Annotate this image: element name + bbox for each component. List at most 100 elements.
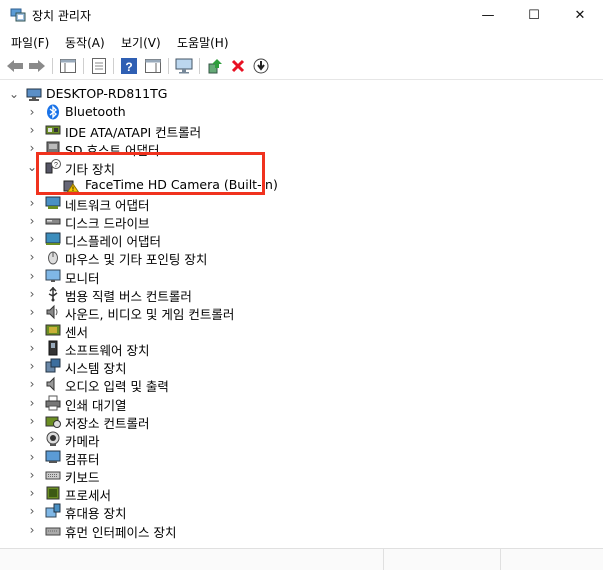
storage-controller-icon [45,413,61,429]
maximize-icon: ☐ [528,7,540,23]
collapsed-chevron-icon[interactable]: › [25,285,39,303]
bluetooth-icon [45,104,61,120]
tree-item-node-17[interactable]: › 카메라 [0,430,603,449]
highlight-annotation [36,152,265,195]
tree-item-node-12[interactable]: › 소프트웨어 장치 [0,339,603,359]
monitor-scan-icon [175,58,193,74]
collapsed-chevron-icon[interactable]: › [25,103,39,121]
tree-item-node-22[interactable]: › 휴먼 인터페이스 장치 [0,521,603,540]
collapsed-chevron-icon[interactable]: › [25,248,39,266]
tree-item-node-19[interactable]: › 키보드 [0,466,603,485]
collapsed-chevron-icon[interactable]: › [25,412,39,430]
tree-item-label: 디스플레이 어댑터 [65,234,161,250]
scan-hardware-button[interactable] [174,56,194,76]
keyboard-icon [45,467,61,483]
collapsed-chevron-icon[interactable]: › [25,484,39,502]
tree-item-node-16[interactable]: › 저장소 컨트롤러 [0,412,603,431]
tree-item-node-21[interactable]: › 휴대용 장치 [0,502,603,521]
tree-item-root[interactable]: ⌄ DESKTOP-RD811TG [0,85,603,103]
tree-item-node-5[interactable]: › 디스크 드라이브 [0,212,603,232]
back-arrow-icon [7,60,23,72]
tree-item-node-20[interactable]: › 프로세서 [0,484,603,504]
tree-item-node-13[interactable]: › 시스템 장치 [0,357,603,377]
menu-file[interactable]: 파일(F) [11,34,49,51]
back-button[interactable] [5,56,25,76]
tree-item-node-10[interactable]: › 사운드, 비디오 및 게임 컨트롤러 [0,303,603,322]
tree-item-node-11[interactable]: › 센서 [0,321,603,340]
properties-icon [92,58,106,74]
svg-text:?: ? [125,60,132,74]
collapsed-chevron-icon[interactable]: › [25,121,39,139]
collapsed-chevron-icon[interactable]: › [25,357,39,375]
tree-item-label: DESKTOP-RD811TG [46,86,168,101]
menu-action[interactable]: 동작(A) [65,34,105,51]
tree-item-label: 시스템 장치 [65,361,127,377]
tree-item-label: 디스크 드라이브 [65,216,150,232]
computer-icon [45,449,61,465]
ide-controller-icon [45,122,61,138]
collapsed-chevron-icon[interactable]: › [25,303,39,321]
tree-item-label: 컴퓨터 [65,452,100,467]
remove-x-icon [231,59,245,73]
forward-button[interactable] [27,56,47,76]
collapsed-chevron-icon[interactable]: › [25,230,39,248]
tree-item-node-15[interactable]: › 인쇄 대기열 [0,394,603,413]
collapsed-chevron-icon[interactable]: › [25,375,39,393]
action-pane-button[interactable] [143,56,163,76]
tree-item-node-4[interactable]: › 네트워크 어댑터 [0,194,603,213]
horizontal-scrollbar[interactable] [0,548,603,570]
collapsed-chevron-icon[interactable]: › [25,430,39,448]
maximize-button[interactable]: ☐ [511,0,557,30]
tree-item-label: 인쇄 대기열 [65,397,127,413]
collapsed-chevron-icon[interactable]: › [25,321,39,339]
tree-item-label: 소프트웨어 장치 [65,343,150,359]
device-tree: ⌄ DESKTOP-RD811TG › Bluetooth › IDE ATA/ATAPI… [0,80,603,548]
show-hide-console-tree-button[interactable] [58,56,78,76]
system-device-icon [45,358,61,374]
tree-item-label: 프로세서 [65,488,112,504]
collapsed-chevron-icon[interactable]: › [25,339,39,357]
tree-item-node-14[interactable]: › 오디오 입력 및 출력 [0,375,603,395]
tree-item-node-9[interactable]: › 범용 직렬 버스 컨트롤러 [0,285,603,304]
collapsed-chevron-icon[interactable]: › [25,267,39,285]
device-manager-icon [10,8,26,22]
menu-view[interactable]: 보기(V) [121,34,161,51]
update-driver-button[interactable] [205,56,225,76]
help-button[interactable]: ? [119,56,139,76]
tree-item-label: 모니터 [65,270,100,286]
close-window-button[interactable]: ✕ [557,0,603,30]
minimize-button[interactable]: — [465,0,511,30]
menu-help[interactable]: 도움말(H) [177,34,229,51]
software-device-icon [45,340,61,356]
tree-item-label: 저장소 컨트롤러 [65,415,150,431]
properties-button[interactable] [89,56,109,76]
collapsed-chevron-icon[interactable]: › [25,212,39,230]
tree-item-label: 오디오 입력 및 출력 [65,379,169,395]
tree-item-node-6[interactable]: › 디스플레이 어댑터 [0,230,603,250]
processor-icon [45,485,61,501]
collapsed-chevron-icon[interactable]: › [25,502,39,520]
camera-icon [45,431,61,447]
menu-bar: 파일(F) 동작(A) 보기(V) 도움말(H) [0,31,603,51]
tree-item-node-0[interactable]: › Bluetooth [0,103,603,121]
disable-device-button[interactable] [251,56,271,76]
collapsed-chevron-icon[interactable]: › [25,521,39,539]
collapsed-chevron-icon[interactable]: › [25,466,39,484]
tree-item-label: 휴먼 인터페이스 장치 [65,524,177,540]
title-bar: 장치 관리자 — ☐ ✕ [0,0,603,30]
update-driver-icon [208,59,222,74]
collapsed-chevron-icon[interactable]: › [25,394,39,412]
expanded-chevron-icon[interactable]: ⌄ [7,85,21,103]
window-title: 장치 관리자 [32,9,92,23]
network-adapter-icon [45,195,61,211]
tree-item-node-1[interactable]: › IDE ATA/ATAPI 컨트롤러 [0,121,603,141]
tree-item-label: IDE ATA/ATAPI 컨트롤러 [65,125,202,141]
collapsed-chevron-icon[interactable]: › [25,194,39,212]
tree-item-node-8[interactable]: › 모니터 [0,267,603,286]
uninstall-device-button[interactable] [228,56,248,76]
usb-icon [45,286,61,302]
collapsed-chevron-icon[interactable]: › [25,448,39,466]
tree-item-label: 카메라 [65,433,100,449]
tree-item-node-7[interactable]: › 마우스 및 기타 포인팅 장치 [0,248,603,267]
tree-item-node-18[interactable]: › 컴퓨터 [0,448,603,467]
